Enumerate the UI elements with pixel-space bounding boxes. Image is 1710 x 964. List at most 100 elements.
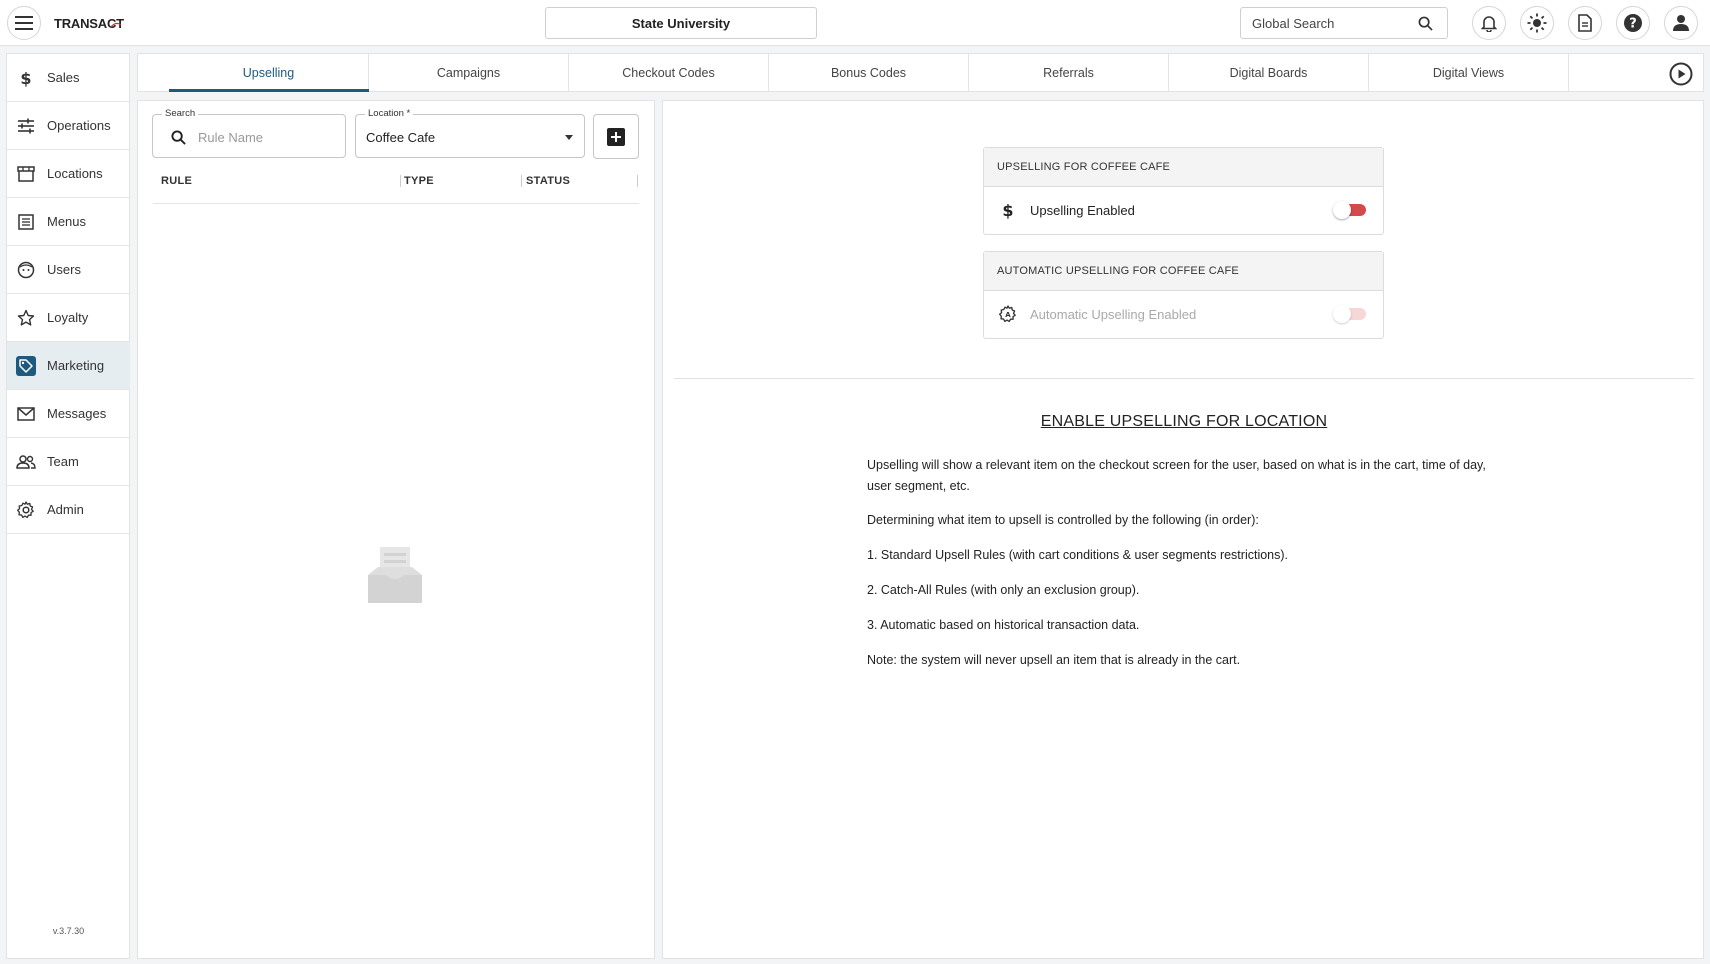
upselling-enabled-row: $ Upselling Enabled — [984, 187, 1383, 234]
organization-selector-button[interactable]: State University — [545, 7, 817, 39]
svg-text:?: ? — [1629, 17, 1637, 32]
hamburger-icon — [15, 16, 33, 30]
tag-icon — [16, 356, 36, 376]
menu-list-icon — [16, 212, 36, 232]
people-icon — [16, 452, 36, 472]
account-button[interactable] — [1664, 6, 1698, 40]
column-header-rule[interactable]: RULE — [161, 175, 192, 187]
automatic-card-title: AUTOMATIC UPSELLING FOR COFFEE CAFE — [984, 252, 1383, 291]
top-bar: TRANSACT State University Global Search … — [0, 0, 1710, 46]
sidebar-item-admin[interactable]: Admin — [7, 486, 130, 534]
sidebar: $ Sales Operations Locations Menus Users… — [6, 53, 130, 959]
help-button[interactable]: ? — [1616, 6, 1650, 40]
info-paragraph: 1. Standard Upsell Rules (with cart cond… — [867, 548, 1289, 562]
auto-mode-icon: A — [998, 304, 1018, 324]
info-title: ENABLE UPSELLING FOR LOCATION — [1040, 413, 1328, 430]
tab-referrals[interactable]: Referrals — [969, 54, 1169, 92]
automatic-upselling-label: Automatic Upselling Enabled — [1030, 307, 1197, 322]
tab-bonus-codes[interactable]: Bonus Codes — [769, 54, 969, 92]
sidebar-item-marketing[interactable]: Marketing — [7, 342, 130, 390]
active-tab-indicator — [169, 89, 369, 92]
tab-digital-boards[interactable]: Digital Boards — [1169, 54, 1369, 92]
search-icon — [1418, 16, 1433, 31]
info-paragraph: Upselling will show a relevant item on t… — [867, 458, 1486, 493]
global-search-input[interactable]: Global Search — [1240, 7, 1448, 39]
info-paragraph: Determining what item to upsell is contr… — [867, 513, 1259, 527]
documents-button[interactable] — [1568, 6, 1602, 40]
sidebar-item-label: Marketing — [47, 358, 105, 373]
column-header-type[interactable]: TYPE — [404, 175, 434, 187]
search-field-label: Search — [162, 108, 199, 119]
face-icon — [16, 260, 36, 280]
sidebar-item-label: Sales — [47, 70, 80, 85]
sidebar-item-operations[interactable]: Operations — [7, 102, 130, 150]
tab-checkout-codes[interactable]: Checkout Codes — [569, 54, 769, 92]
sidebar-item-menus[interactable]: Menus — [7, 198, 130, 246]
add-rule-button[interactable] — [593, 114, 639, 159]
search-placeholder: Rule Name — [198, 130, 264, 145]
tab-digital-views[interactable]: Digital Views — [1369, 54, 1569, 92]
info-paragraph: Note: the system will never upsell an it… — [867, 653, 1241, 667]
theme-toggle-button[interactable] — [1520, 6, 1554, 40]
sidebar-item-sales[interactable]: $ Sales — [7, 54, 130, 102]
location-select[interactable]: Location * Coffee Cafe — [355, 108, 585, 158]
column-divider — [521, 175, 522, 187]
app-version: v.3.7.30 — [52, 926, 85, 936]
upselling-settings-card: UPSELLING FOR COFFEE CAFE $ Upselling En… — [983, 147, 1384, 235]
info-paragraph: 3. Automatic based on historical transac… — [867, 618, 1140, 632]
automatic-upselling-card: AUTOMATIC UPSELLING FOR COFFEE CAFE A Au… — [983, 251, 1384, 339]
gear-icon — [16, 500, 36, 520]
sidebar-item-label: Admin — [47, 502, 84, 517]
location-field-label: Location * — [365, 108, 414, 119]
storefront-icon — [16, 164, 36, 184]
svg-text:A: A — [1005, 311, 1011, 319]
notifications-button[interactable] — [1472, 6, 1506, 40]
sidebar-item-label: Loyalty — [47, 310, 89, 325]
svg-text:$: $ — [20, 69, 31, 87]
sidebar-item-team[interactable]: Team — [7, 438, 130, 486]
bell-icon — [1481, 16, 1497, 32]
column-header-status[interactable]: STATUS — [526, 175, 570, 187]
empty-inbox-icon — [368, 547, 422, 603]
sidebar-item-label: Locations — [47, 166, 103, 181]
section-divider — [674, 378, 1694, 379]
play-circle-icon[interactable] — [1668, 61, 1694, 87]
column-divider — [637, 175, 638, 187]
sidebar-item-users[interactable]: Users — [7, 246, 130, 294]
document-icon — [1578, 14, 1592, 32]
star-icon — [16, 308, 36, 328]
search-icon — [171, 130, 186, 145]
sidebar-item-label: Menus — [47, 214, 87, 229]
sidebar-item-label: Users — [47, 262, 81, 277]
toggle-knob — [1333, 305, 1351, 323]
brand-mark-icon — [110, 21, 122, 31]
sun-icon — [1527, 13, 1547, 33]
automatic-upselling-toggle[interactable] — [1333, 305, 1366, 323]
tab-upselling[interactable]: Upselling — [169, 54, 369, 92]
sidebar-item-messages[interactable]: Messages — [7, 390, 130, 438]
rules-table-header: RULE TYPE STATUS — [153, 164, 639, 204]
tab-campaigns[interactable]: Campaigns — [369, 54, 569, 92]
upselling-settings-panel: UPSELLING FOR COFFEE CAFE $ Upselling En… — [662, 100, 1704, 959]
info-paragraph: 2. Catch-All Rules (with only an exclusi… — [867, 583, 1140, 597]
sidebar-item-label: Messages — [47, 406, 107, 421]
sliders-icon — [16, 116, 36, 136]
global-search-placeholder: Global Search — [1252, 16, 1335, 31]
marketing-tabs: Upselling Campaigns Checkout Codes Bonus… — [137, 53, 1704, 92]
sidebar-item-label: Operations — [47, 118, 111, 133]
sidebar-item-label: Team — [47, 454, 79, 469]
hamburger-menu-button[interactable] — [7, 6, 41, 40]
chevron-down-icon — [565, 135, 573, 140]
rules-panel: Search Rule Name Location * Coffee Cafe … — [137, 100, 655, 959]
svg-text:$: $ — [1002, 201, 1013, 219]
automatic-upselling-row: A Automatic Upselling Enabled — [984, 291, 1383, 338]
sidebar-item-locations[interactable]: Locations — [7, 150, 130, 198]
rule-search-input[interactable]: Search Rule Name — [152, 108, 346, 158]
upselling-enabled-label: Upselling Enabled — [1030, 203, 1135, 218]
person-icon — [1673, 15, 1689, 31]
sidebar-item-loyalty[interactable]: Loyalty — [7, 294, 130, 342]
upselling-enabled-toggle[interactable] — [1333, 201, 1366, 219]
toggle-knob — [1333, 201, 1351, 219]
dollar-icon: $ — [16, 68, 36, 88]
location-selected-value: Coffee Cafe — [366, 130, 436, 145]
